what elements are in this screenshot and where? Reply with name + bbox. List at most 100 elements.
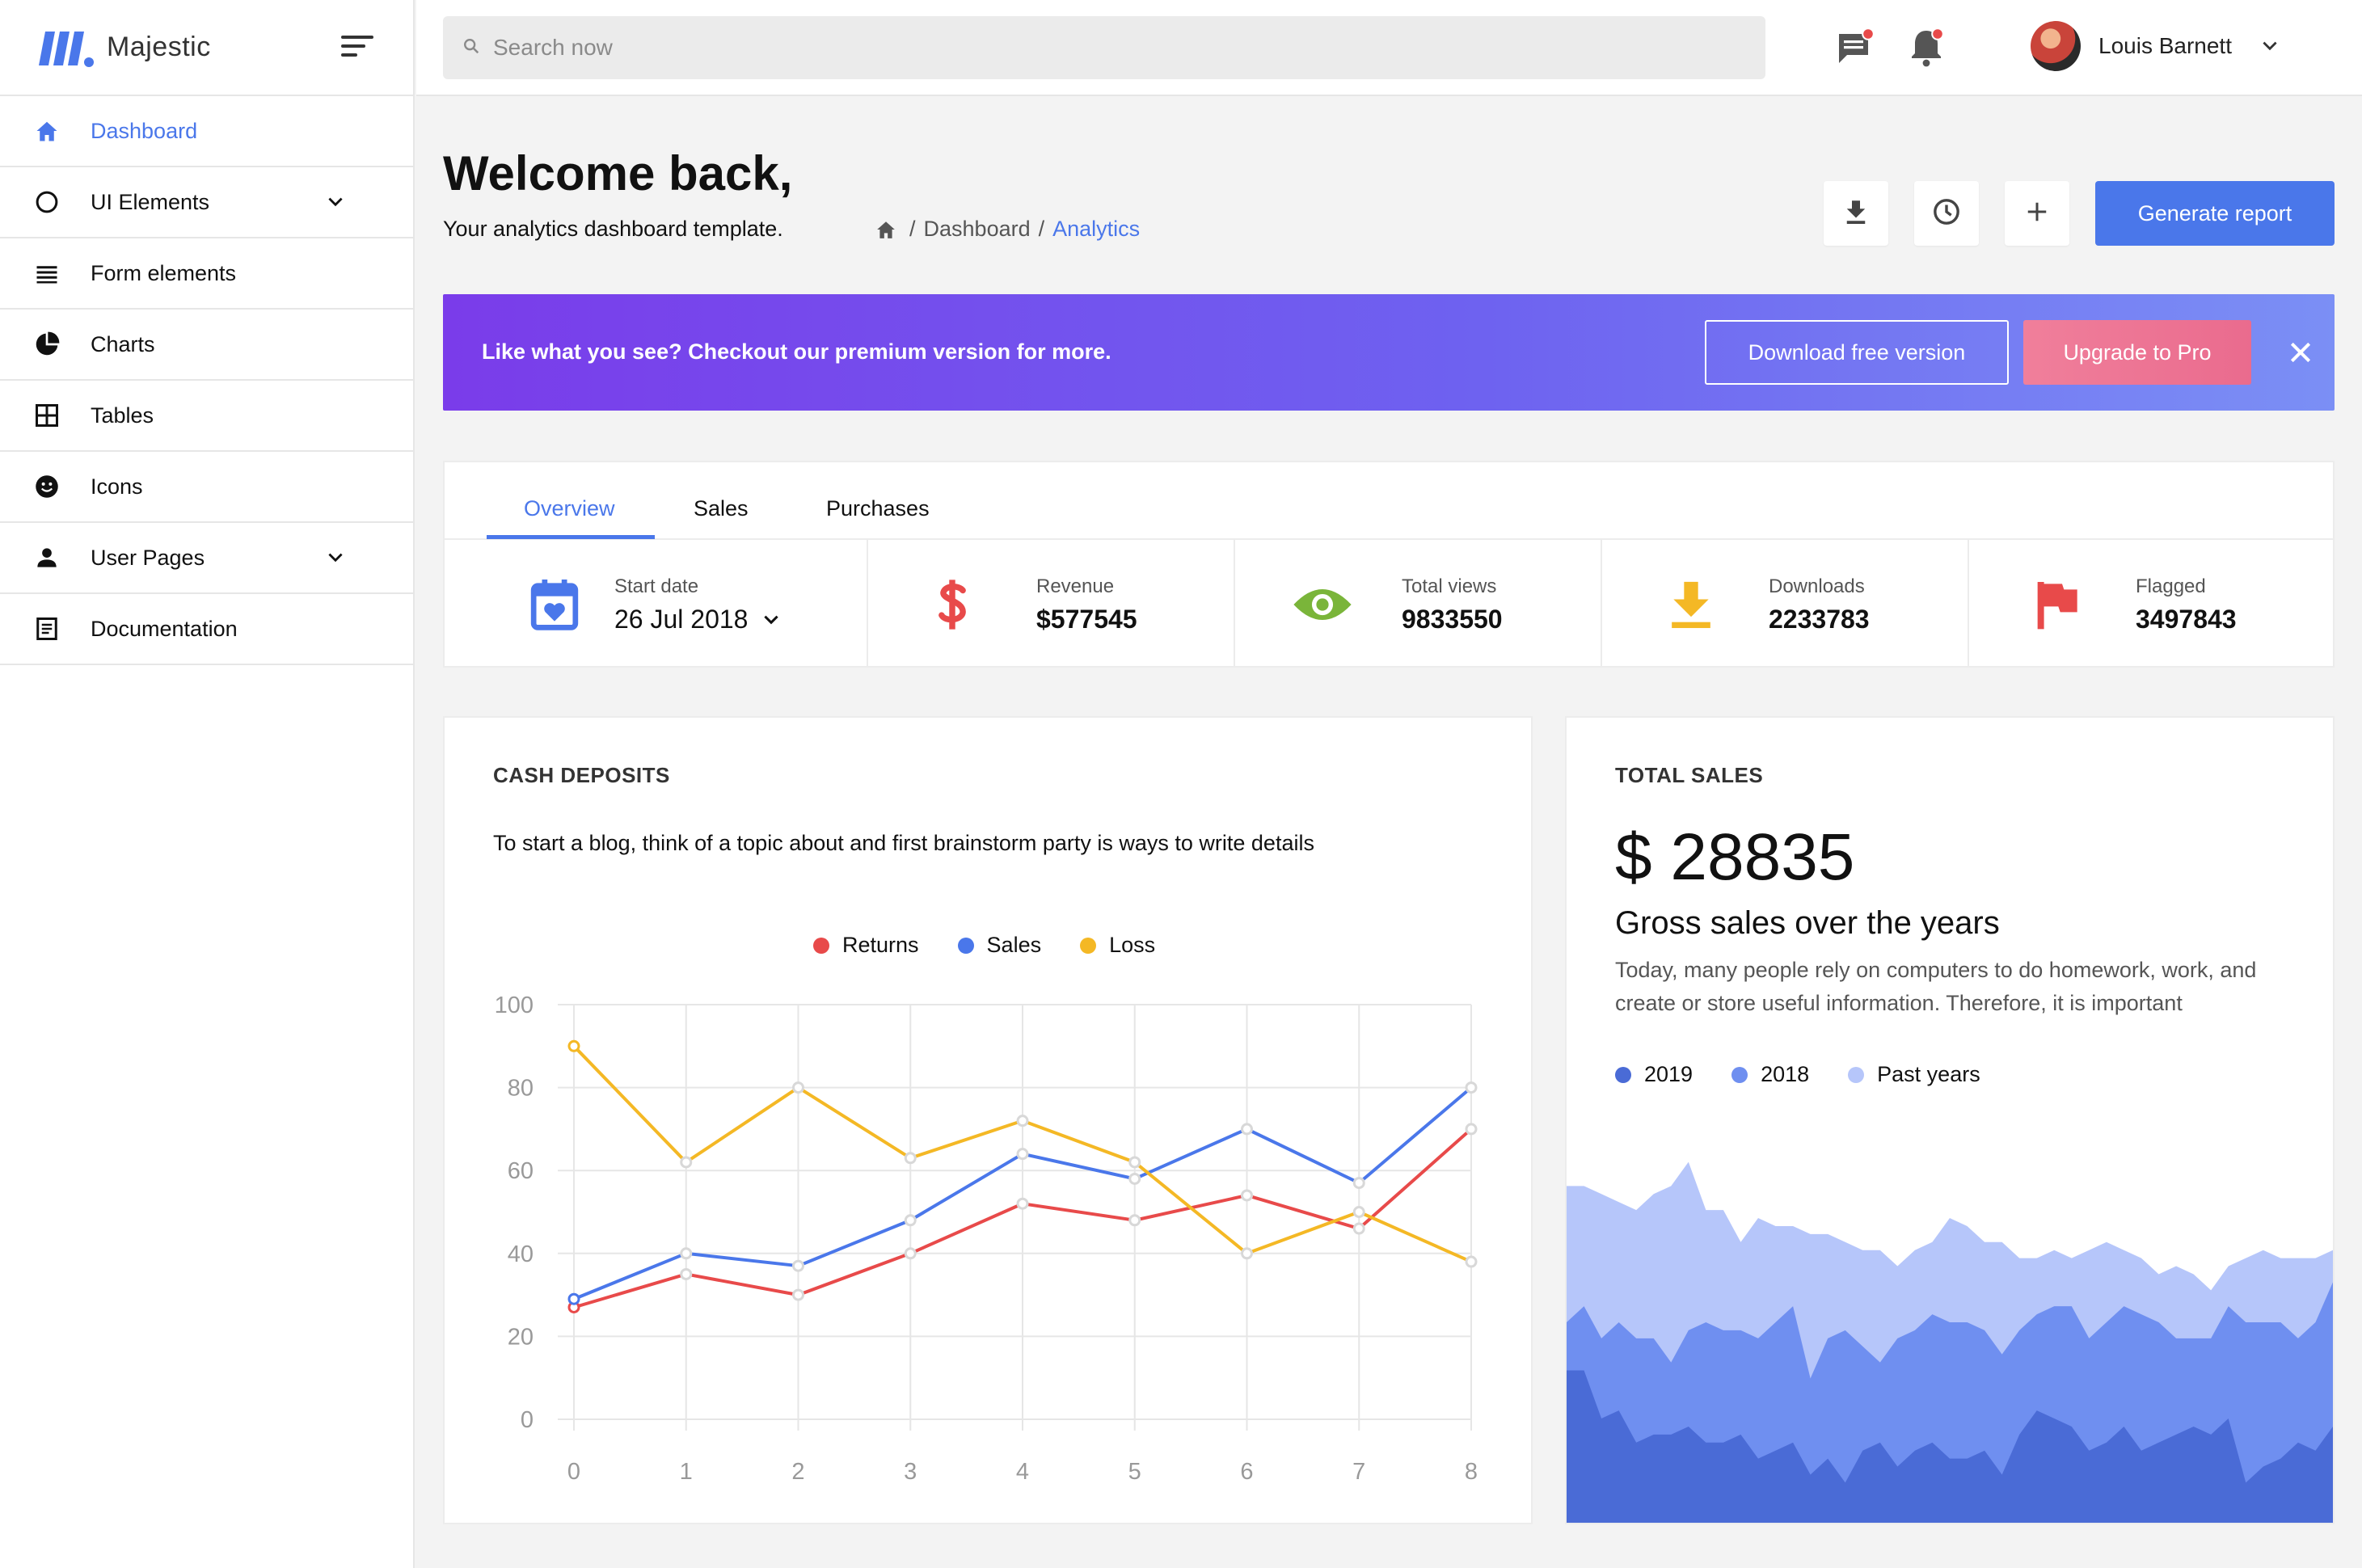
start-date-value: 26 Jul 2018 xyxy=(614,605,749,634)
user-name: Louis Barnett xyxy=(2098,33,2232,58)
chevron-down-icon[interactable] xyxy=(325,547,346,572)
data-point-returns xyxy=(792,1288,804,1301)
sidebar-item-ui-elements[interactable]: UI Elements xyxy=(0,167,413,238)
tab-sales[interactable]: Sales xyxy=(694,496,749,521)
x-tick-label: 4 xyxy=(1016,1459,1029,1485)
messages-icon[interactable] xyxy=(1833,24,1878,70)
stats-tabs: Overview Sales Purchases xyxy=(445,462,2333,540)
sidebar-item-label: Form elements xyxy=(91,260,237,285)
search-placeholder: Search now xyxy=(493,35,613,60)
data-point-loss xyxy=(792,1081,804,1094)
dollar-icon xyxy=(920,572,985,637)
legend-dot xyxy=(1080,937,1097,954)
stat-value: 2233783 xyxy=(1769,605,1870,634)
document-icon xyxy=(32,614,61,643)
data-point-sales xyxy=(904,1214,917,1227)
y-tick-label: 0 xyxy=(521,1407,534,1433)
y-tick-label: 20 xyxy=(508,1324,534,1350)
data-point-loss xyxy=(1241,1247,1253,1260)
add-button[interactable] xyxy=(2005,181,2069,246)
sidebar-item-form-elements[interactable]: Form elements xyxy=(0,238,413,310)
x-tick-label: 3 xyxy=(904,1459,917,1485)
legend-item-returns[interactable]: Returns xyxy=(813,933,919,958)
download-button[interactable] xyxy=(1824,181,1888,246)
sidebar-item-label: Dashboard xyxy=(91,118,198,143)
data-point-sales xyxy=(567,1292,580,1305)
legend-label: Loss xyxy=(1109,933,1156,957)
data-point-returns xyxy=(1241,1189,1253,1202)
sidebar-item-icons[interactable]: Icons xyxy=(0,452,413,523)
majestic-logo-icon[interactable] xyxy=(36,27,95,69)
user-menu[interactable]: Louis Barnett xyxy=(2031,21,2280,71)
chart-legend: Returns Sales Loss xyxy=(813,933,1194,958)
eye-icon xyxy=(1290,572,1355,637)
data-point-returns xyxy=(1016,1197,1029,1210)
download-icon xyxy=(1659,572,1723,637)
total-sales-text: Today, many people rely on computers to … xyxy=(1615,958,2257,1015)
legend-dot xyxy=(1615,1066,1631,1083)
chevron-down-icon[interactable] xyxy=(2259,36,2280,57)
data-point-returns xyxy=(1465,1123,1478,1136)
stat-value: 3497843 xyxy=(2136,605,2237,634)
tab-purchases[interactable]: Purchases xyxy=(826,496,930,521)
breadcrumb-separator: / xyxy=(909,217,916,241)
sidebar-item-tables[interactable]: Tables xyxy=(0,381,413,452)
x-tick-label: 6 xyxy=(1240,1459,1253,1485)
legend-item-sales[interactable]: Sales xyxy=(957,933,1041,958)
stat-revenue: Revenue $577545 xyxy=(868,540,1235,668)
history-button[interactable] xyxy=(1914,181,1979,246)
clock-icon xyxy=(1933,198,1960,230)
grid-icon xyxy=(32,401,61,430)
legend-item-past-years[interactable]: Past years xyxy=(1848,1062,1980,1087)
chevron-down-icon xyxy=(761,609,782,630)
bell-icon[interactable] xyxy=(1904,24,1949,70)
legend-item-2018[interactable]: 2018 xyxy=(1731,1062,1809,1087)
smiley-icon xyxy=(32,472,61,501)
sidebar-toggle-icon[interactable] xyxy=(341,36,373,60)
chevron-down-icon[interactable] xyxy=(325,192,346,217)
download-free-button[interactable]: Download free version xyxy=(1705,320,2009,385)
data-point-returns xyxy=(904,1247,917,1260)
active-tab-indicator xyxy=(487,535,655,539)
breadcrumb-analytics[interactable]: Analytics xyxy=(1052,217,1140,242)
cash-deposits-card: 0 20 40 60 80 100 0 1 2 3 4 5 6 7 8 CASH DEPOSITS To s… xyxy=(443,716,1533,1524)
circle-icon xyxy=(32,188,61,217)
data-point-returns xyxy=(1352,1222,1365,1235)
avatar[interactable] xyxy=(2031,21,2081,71)
sidebar-item-user-pages[interactable]: User Pages xyxy=(0,523,413,594)
stat-label: Revenue xyxy=(1036,575,1115,597)
sidebar-item-charts[interactable]: Charts xyxy=(0,310,413,381)
legend-dot xyxy=(957,937,974,954)
sidebar-item-dashboard[interactable]: Dashboard xyxy=(0,96,413,167)
banner-text: Like what you see? Checkout our premium … xyxy=(482,339,1111,364)
upgrade-pro-button[interactable]: Upgrade to Pro xyxy=(2023,320,2251,385)
tab-overview[interactable]: Overview xyxy=(524,496,615,521)
flag-icon xyxy=(2024,572,2089,637)
total-sales-amount: $ 28835 xyxy=(1615,820,1855,894)
data-point-sales xyxy=(1016,1148,1029,1161)
search-input[interactable]: Search now xyxy=(443,16,1765,79)
home-icon[interactable] xyxy=(875,220,896,239)
stat-start-date: Start date 26 Jul 2018 xyxy=(445,540,868,668)
sidebar-item-documentation[interactable]: Documentation xyxy=(0,594,413,665)
data-point-returns xyxy=(680,1267,693,1280)
pie-chart-icon xyxy=(32,330,61,359)
legend-item-2019[interactable]: 2019 xyxy=(1615,1062,1693,1087)
start-date-dropdown[interactable]: 26 Jul 2018 xyxy=(614,605,782,634)
breadcrumb-dashboard[interactable]: Dashboard xyxy=(924,217,1031,242)
user-icon xyxy=(32,543,61,572)
close-icon[interactable] xyxy=(2288,339,2313,365)
data-point-sales xyxy=(680,1247,693,1260)
home-icon xyxy=(32,116,61,145)
legend-item-loss[interactable]: Loss xyxy=(1080,933,1155,958)
data-point-loss xyxy=(1465,1255,1478,1268)
legend-label: 2019 xyxy=(1644,1062,1693,1086)
generate-report-button[interactable]: Generate report xyxy=(2095,181,2335,246)
legend-dot xyxy=(813,937,829,954)
data-point-sales xyxy=(1128,1172,1141,1185)
stat-total-views: Total views 9833550 xyxy=(1235,540,1602,668)
data-point-loss xyxy=(904,1152,917,1165)
data-point-returns xyxy=(1128,1214,1141,1227)
plus-icon xyxy=(2025,200,2049,228)
data-point-loss xyxy=(1016,1115,1029,1128)
